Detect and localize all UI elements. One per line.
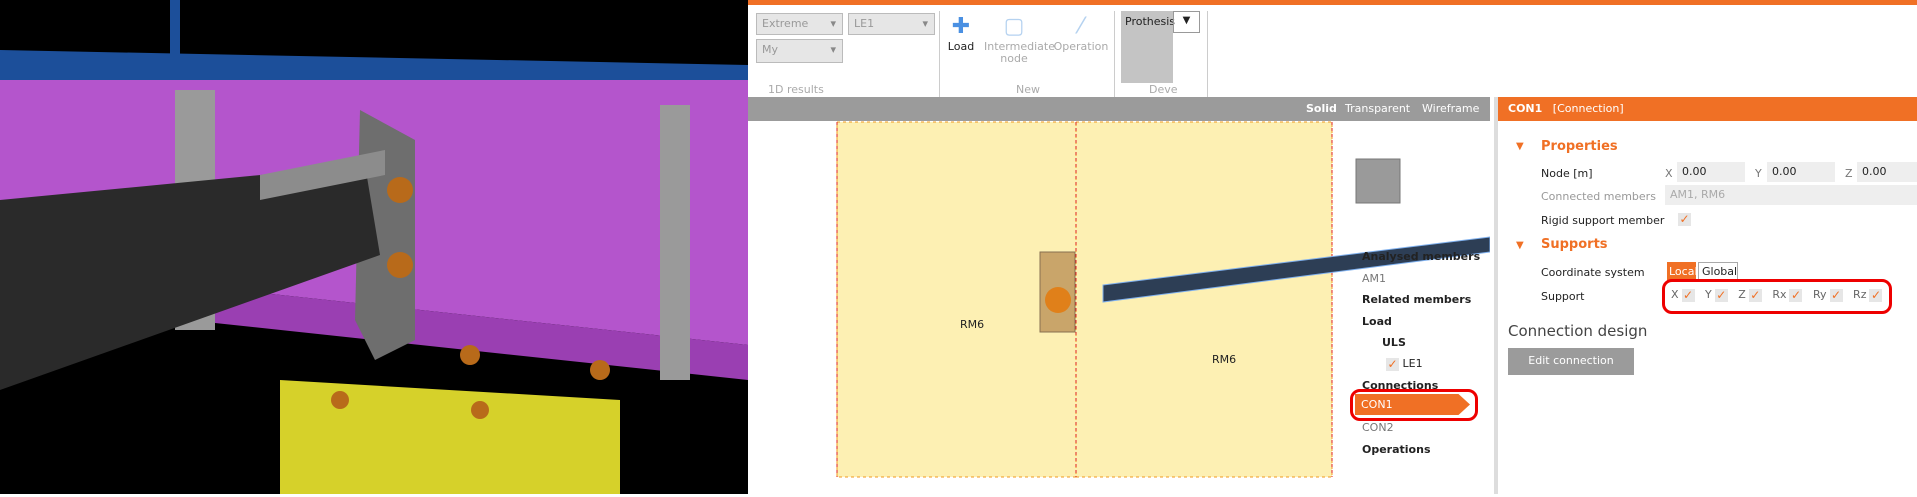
tree-related-members[interactable]: Related members [1362,293,1471,306]
node-z-input[interactable]: 0.00 [1857,162,1917,182]
divider [1207,11,1208,99]
rigid-support-checkbox[interactable]: ✓ [1678,213,1691,226]
tree-operations[interactable]: Operations [1362,443,1431,456]
operation-icon: ⁄ [1079,14,1083,39]
load-button[interactable]: ✚ Load [946,13,976,53]
tree-analysed-members[interactable]: Analysed members [1362,250,1480,263]
dof-rx-label: Rx [1772,288,1787,301]
intermediate-node-button[interactable]: ▢ Intermediate node [984,13,1055,65]
dof-z-checkbox[interactable]: ✓ [1748,288,1762,302]
tree-item-le1[interactable]: ✓ LE1 [1383,357,1423,371]
y-label: Y [1755,167,1762,180]
node-x-input[interactable]: 0.00 [1677,162,1745,182]
load-icon: ✚ [951,14,971,39]
result-type-dropdown[interactable]: Extreme [756,13,843,35]
tree-uls[interactable]: ULS [1382,336,1406,349]
support-label: Support [1541,290,1585,303]
steel-structure-render [0,0,748,494]
collapse-icon[interactable]: ▼ [1516,141,1524,152]
node-label: Node [m] [1541,167,1593,180]
support-dofs: X ✓ Y ✓ Z ✓ Rx ✓ Ry ✓ Rz ✓ [1662,279,1892,314]
view-mode-transparent[interactable]: Transparent [1345,102,1410,115]
dof-rz-checkbox[interactable]: ✓ [1869,288,1883,302]
section-supports: Supports [1541,237,1608,252]
member-label: RM6 [1212,353,1237,366]
tree-item-con1-selected[interactable]: CON1 [1355,394,1470,415]
component-dropdown[interactable]: My [756,39,843,63]
view-mode-solid[interactable]: Solid [1306,102,1337,115]
operation-button[interactable]: ⁄ Operation [1053,13,1109,53]
dof-rz-label: Rz [1853,288,1867,301]
connected-members-field: AM1, RM6 [1665,185,1917,205]
panel-type: [Connection] [1552,102,1624,115]
dof-ry-checkbox[interactable]: ✓ [1829,288,1843,302]
group-label-new: New [1016,83,1040,96]
coordinate-system-label: Coordinate system [1541,266,1645,279]
panel-header: CON1 [Connection] [1498,97,1917,121]
ribbon: Extreme LE1 My 1D results ✚Load ▢Interme… [748,0,1917,99]
section-properties: Properties [1541,139,1618,154]
cube-icon: ▢ [1003,14,1025,39]
x-label: X [1665,167,1673,180]
dof-x-checkbox[interactable]: ✓ [1681,288,1695,302]
panel-title: CON1 [1508,102,1543,115]
collapse-icon[interactable]: ▼ [1516,240,1524,251]
view-mode-wireframe[interactable]: Wireframe [1422,102,1479,115]
group-label-1d-results: 1D results [768,83,824,96]
dof-y-label: Y [1705,288,1712,301]
member-label: RM6 [960,318,985,331]
prothesis-button[interactable]: Prothesis [1121,11,1175,83]
view-cube-icon[interactable] [1355,158,1401,204]
edit-connection-button[interactable]: Edit connection [1508,348,1634,375]
dof-ry-label: Ry [1812,288,1827,301]
connected-members-label: Connected members [1541,190,1656,203]
prothesis-dropdown-arrow[interactable]: ▼ [1173,11,1200,33]
tree-item-am1[interactable]: AM1 [1362,272,1386,285]
dof-y-checkbox[interactable]: ✓ [1714,288,1728,302]
3d-render-view[interactable] [0,0,748,494]
load-case-dropdown[interactable]: LE1 [848,13,935,35]
group-label-deve: Deve [1149,83,1178,96]
dof-x-label: X [1671,288,1679,301]
checkbox[interactable]: ✓ [1386,357,1399,371]
dof-z-label: Z [1738,288,1746,301]
connection-design-title: Connection design [1508,322,1648,340]
dof-rx-checkbox[interactable]: ✓ [1789,288,1803,302]
divider [1114,11,1115,99]
node-y-input[interactable]: 0.00 [1767,162,1835,182]
view-mode-bar: Solid Transparent Wireframe [748,97,1490,121]
z-label: Z [1845,167,1853,180]
tree-item-con2[interactable]: CON2 [1362,421,1394,434]
divider [939,11,940,99]
tree-load[interactable]: Load [1362,315,1392,328]
rigid-support-label: Rigid support member [1541,214,1665,227]
